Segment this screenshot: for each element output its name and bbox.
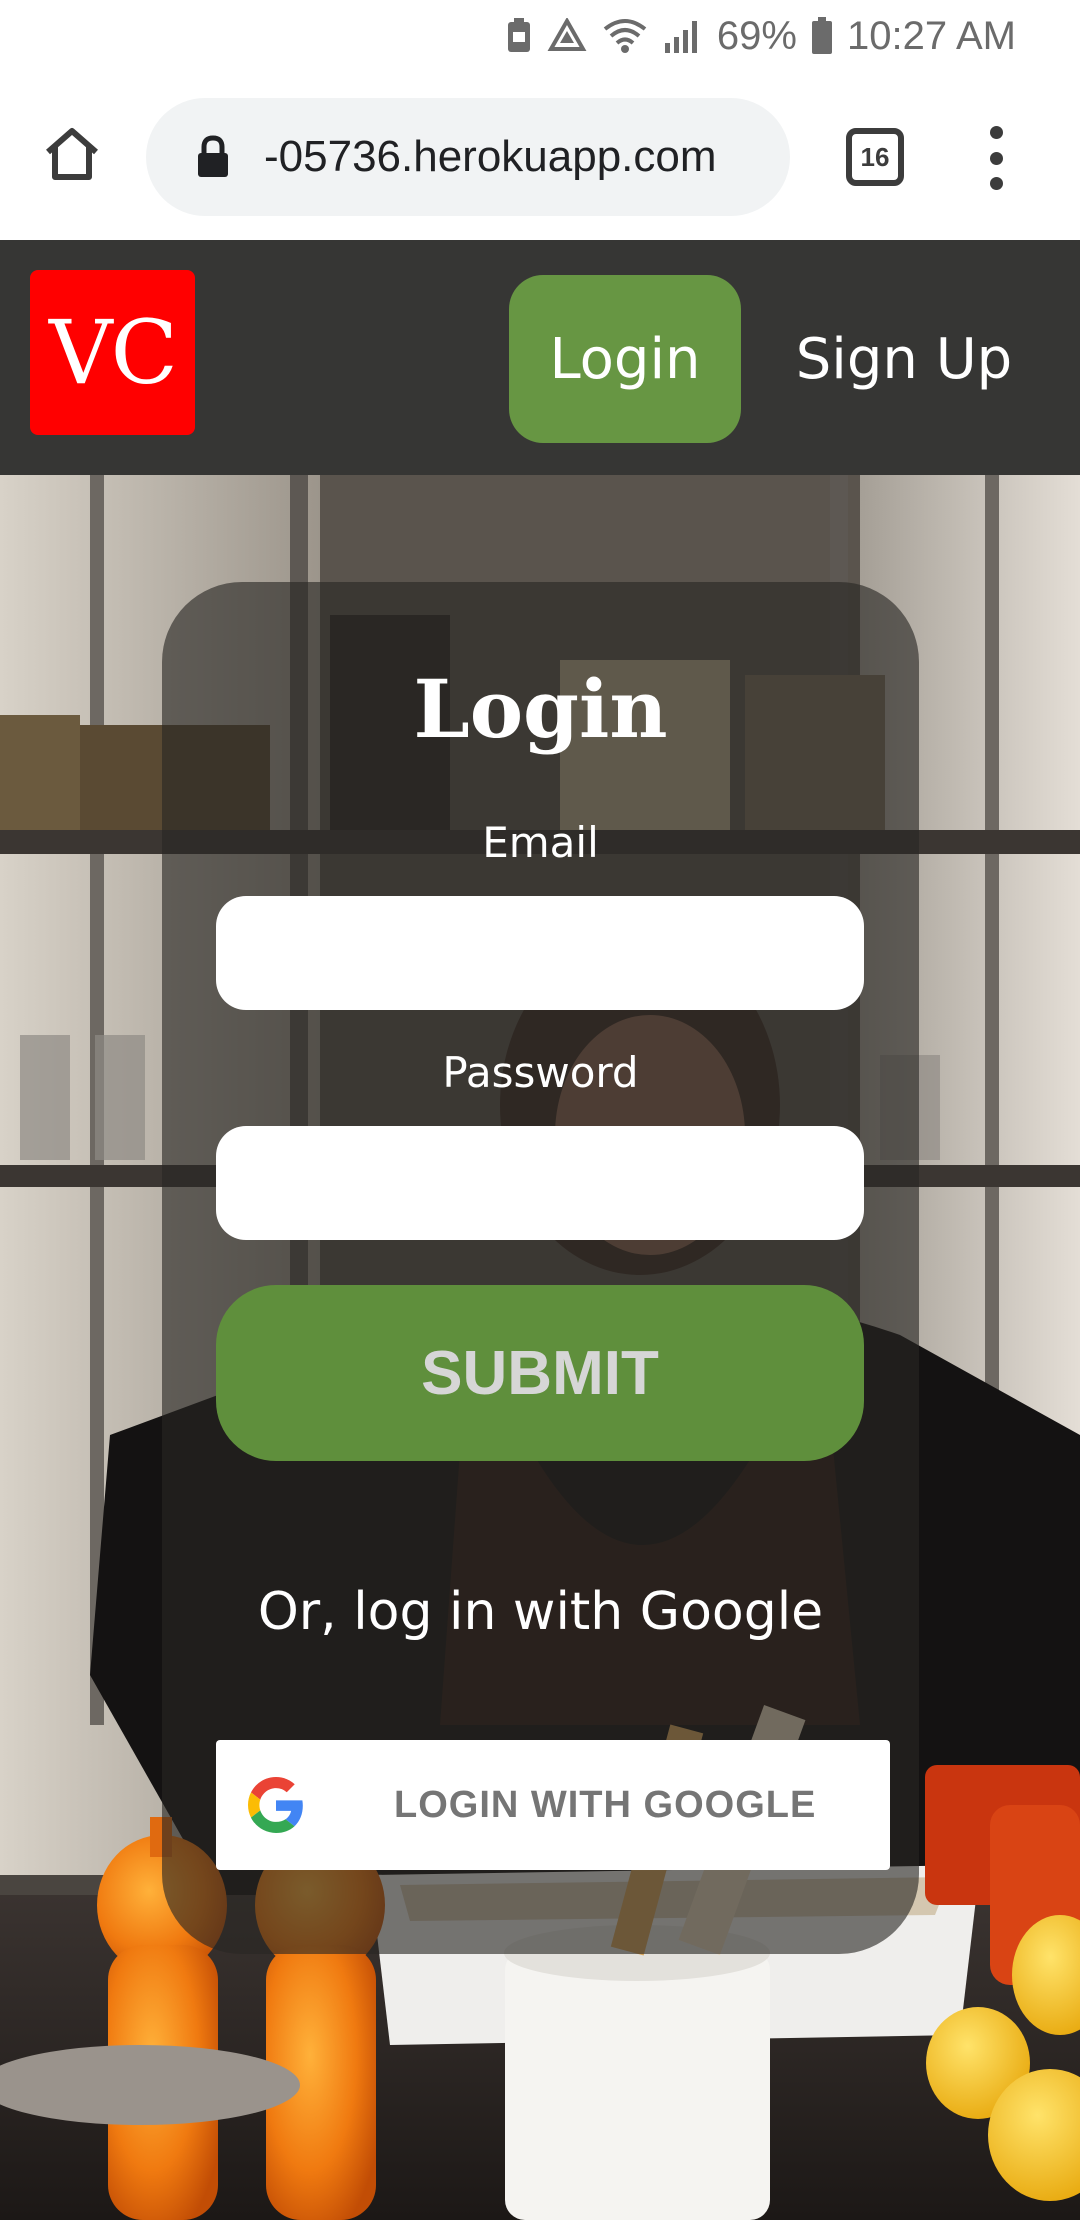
logo-text: VC	[49, 301, 178, 404]
lock-icon	[196, 135, 230, 179]
login-card: Login Email Password SUBMIT Or, log in w…	[162, 582, 919, 1954]
email-label: Email	[482, 818, 599, 867]
google-button-label: LOGIN WITH GOOGLE	[394, 1783, 817, 1826]
recycle-icon	[547, 18, 587, 54]
hero-background: Login Email Password SUBMIT Or, log in w…	[0, 475, 1080, 2220]
password-label: Password	[442, 1048, 639, 1097]
home-icon	[46, 128, 98, 180]
clock: 10:27 AM	[846, 14, 1016, 58]
status-bar: 69% 10:27 AM	[0, 0, 1080, 72]
password-field[interactable]	[216, 1126, 864, 1240]
status-icons: 69% 10:27 AM	[505, 10, 1016, 62]
nav-signup-link[interactable]: Sign Up	[792, 275, 1016, 443]
more-vert-icon[interactable]	[974, 122, 1018, 194]
signal-icon	[663, 19, 703, 53]
tab-switcher-button[interactable]: 16	[846, 128, 904, 186]
google-icon	[248, 1777, 304, 1833]
submit-button[interactable]: SUBMIT	[216, 1285, 864, 1461]
wifi-icon	[601, 17, 649, 55]
google-login-button[interactable]: LOGIN WITH GOOGLE	[216, 1740, 890, 1870]
browser-toolbar: -05736.herokuapp.com 16	[0, 72, 1080, 240]
email-field[interactable]	[216, 896, 864, 1010]
site-logo[interactable]: VC	[30, 270, 195, 435]
battery-icon	[811, 17, 833, 55]
notification-icon	[505, 18, 533, 54]
login-title: Login	[413, 662, 668, 756]
site-header: VC Login Sign Up	[0, 240, 1080, 475]
nav-login-button[interactable]: Login	[509, 275, 741, 443]
home-button[interactable]	[36, 118, 108, 190]
google-login-prompt: Or, log in with Google	[257, 1582, 824, 1642]
tab-count: 16	[860, 141, 890, 172]
url-text: -05736.herokuapp.com	[264, 132, 717, 181]
battery-percent: 69%	[716, 14, 797, 58]
address-bar[interactable]: -05736.herokuapp.com	[146, 98, 790, 216]
